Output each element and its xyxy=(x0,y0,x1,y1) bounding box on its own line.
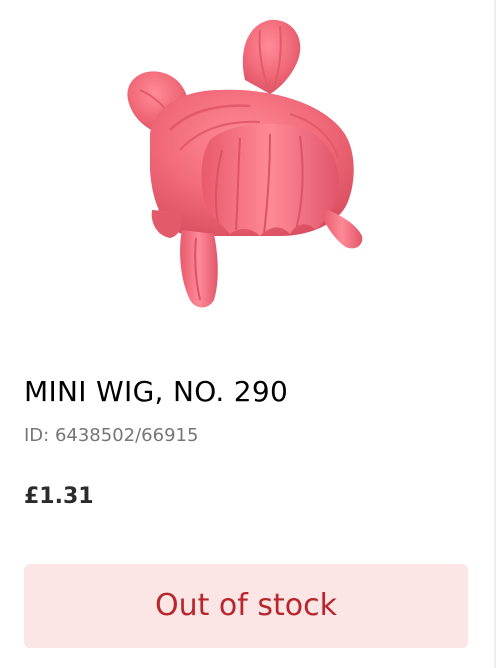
product-id: ID: 6438502/66915 xyxy=(24,425,199,446)
out-of-stock-button[interactable]: Out of stock xyxy=(24,564,468,648)
product-name[interactable]: MINI WIG, NO. 290 xyxy=(24,374,288,410)
product-price: £1.31 xyxy=(24,484,94,509)
product-card: MINI WIG, NO. 290 ID: 6438502/66915 £1.3… xyxy=(0,0,496,668)
product-image[interactable] xyxy=(110,10,380,320)
